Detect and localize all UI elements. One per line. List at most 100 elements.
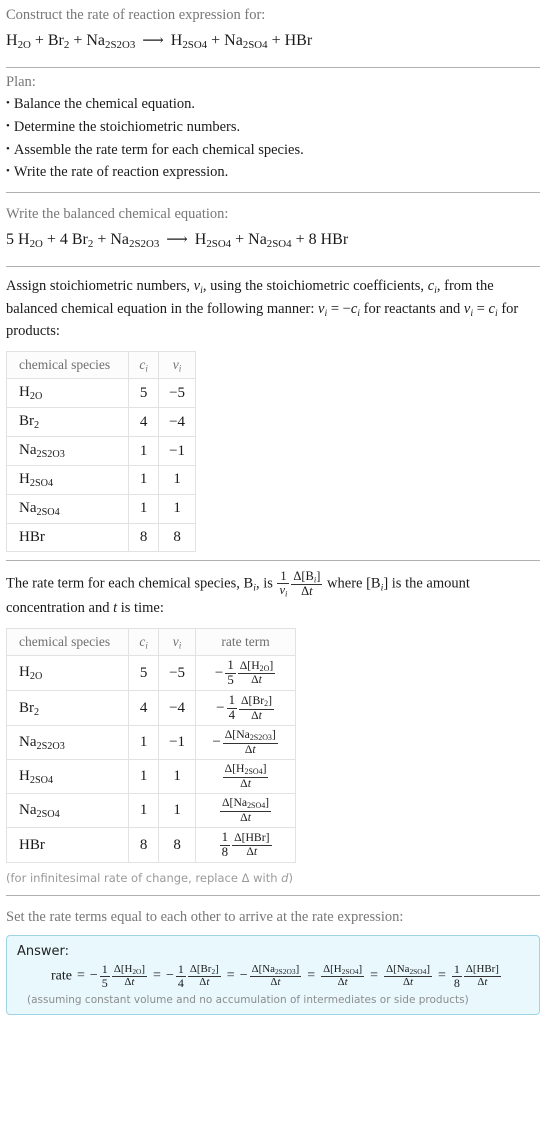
fraction-denominator: Δt bbox=[301, 583, 313, 598]
fraction-numerator: Δ[Na2SO4] bbox=[220, 796, 272, 812]
fraction-denominator: 5 bbox=[227, 672, 234, 687]
cell-species: Na2S2O3 bbox=[5, 725, 130, 761]
cell-rate-term: Δ[H2SO4] Δt bbox=[195, 759, 297, 795]
fraction-denominator: Δt bbox=[477, 975, 488, 988]
cell-ci: 8 bbox=[128, 826, 160, 864]
fraction: Δ[HBr] Δt bbox=[232, 831, 272, 858]
reaction-arrow: ⟶ bbox=[166, 231, 188, 248]
minus-sign: − bbox=[165, 968, 174, 984]
generic-rate-term: 1 νi Δ[Bi] Δt bbox=[276, 568, 323, 598]
fraction: Δ[Br2] Δt bbox=[239, 695, 275, 722]
fraction-denominator: Δt bbox=[251, 673, 262, 687]
fraction: 14 bbox=[175, 963, 186, 989]
table-row: Na2S2O3 1 −1 bbox=[5, 436, 197, 466]
fraction: Δ[H2SO4] Δt bbox=[321, 963, 365, 988]
table-row: H2SO4 1 1 bbox=[5, 464, 197, 495]
plan-item-label: Write the rate of reaction expression. bbox=[13, 164, 229, 181]
fraction-numerator: 1 bbox=[226, 693, 238, 709]
section-divider bbox=[6, 191, 540, 193]
cell-nui: 1 bbox=[158, 793, 197, 828]
fraction: Δ[H2SO4] Δt bbox=[222, 763, 269, 790]
cell-nui: 1 bbox=[158, 493, 197, 524]
cell-ci: 1 bbox=[128, 725, 160, 761]
fraction: Δ[Na2S2O3] Δt bbox=[249, 963, 302, 988]
fraction-denominator: Δt bbox=[402, 975, 414, 988]
plan-item-2: • Determine the stoichiometric numbers. bbox=[6, 116, 540, 139]
plan-title: Plan: bbox=[6, 74, 36, 91]
fraction: 1 νi bbox=[277, 569, 290, 598]
balanced-equation: 5 H2O + 4 Br2 + Na2S2O3 ⟶ H2SO4 + Na2SO4 +… bbox=[6, 230, 349, 250]
cell-species: HBr bbox=[5, 522, 130, 552]
fraction-numerator: Δ[HBr] bbox=[232, 831, 272, 846]
fraction-numerator: 1 bbox=[225, 658, 236, 674]
cell-ci: 1 bbox=[128, 759, 160, 795]
fraction-denominator: Δt bbox=[251, 708, 262, 722]
minus-sign: − bbox=[212, 734, 221, 751]
rate-term-3: − Δ[Na2S2O3] Δt bbox=[240, 963, 303, 988]
cell-rate-term: − Δ[Na2S2O3] Δt bbox=[195, 725, 297, 761]
fraction-denominator: Δt bbox=[199, 975, 210, 988]
cell-species: HBr bbox=[5, 826, 130, 864]
table-row: HBr 8 8 bbox=[5, 522, 197, 552]
stoichiometric-numbers-table: chemical species ci νi H2O 5 −5 Br2 4 −4 Na2S2… bbox=[5, 350, 197, 552]
column-header-species: chemical species bbox=[5, 350, 130, 380]
cell-ci: 4 bbox=[128, 690, 160, 727]
table-row: H2O 5 −5 bbox=[5, 378, 197, 409]
cell-rate-term: 1 8 Δ[HBr] Δt bbox=[195, 826, 297, 864]
fraction: Δ[H2O] Δt bbox=[237, 658, 276, 687]
cell-ci: 1 bbox=[128, 793, 160, 828]
fraction-denominator: 4 bbox=[228, 707, 236, 722]
plan-item-3: • Assemble the rate term for each chemica… bbox=[6, 139, 540, 162]
cell-species: Br2 bbox=[5, 407, 130, 438]
cell-rate-term: Δ[Na2SO4] Δt bbox=[195, 793, 297, 828]
cell-species: Na2S2O3 bbox=[5, 436, 130, 466]
column-header-nui: νi bbox=[158, 350, 197, 380]
cell-species: H2O bbox=[5, 655, 130, 692]
cell-nui: −4 bbox=[158, 690, 197, 727]
table-row: Na2S2O3 1 −1− Δ[Na2S2O3] Δt bbox=[5, 725, 297, 761]
fraction-numerator: Δ[Bi] bbox=[291, 568, 323, 585]
section-divider bbox=[6, 266, 540, 268]
cell-nui: 8 bbox=[158, 522, 197, 552]
rate-term-intro: The rate term for each chemical species,… bbox=[6, 568, 470, 616]
bullet-icon: • bbox=[6, 97, 10, 110]
fraction-numerator: 1 bbox=[451, 962, 462, 977]
equals-sign: = bbox=[226, 968, 235, 984]
bullet-icon: • bbox=[6, 165, 10, 178]
bullet-icon: • bbox=[6, 142, 10, 155]
cell-species: Br2 bbox=[5, 690, 130, 727]
cell-ci: 4 bbox=[128, 407, 160, 438]
fraction-numerator: 1 bbox=[277, 569, 290, 584]
balanced-equation-title: Write the balanced chemical equation: bbox=[6, 205, 229, 222]
fraction-denominator: Δt bbox=[240, 810, 251, 824]
fraction: 15 bbox=[225, 658, 236, 687]
cell-ci: 5 bbox=[128, 378, 160, 409]
column-header-species: chemical species bbox=[5, 627, 130, 657]
fraction-denominator: Δt bbox=[240, 776, 251, 790]
cell-ci: 1 bbox=[128, 436, 160, 466]
reaction-arrow: ⟶ bbox=[142, 33, 164, 50]
section-divider bbox=[6, 895, 540, 897]
cell-species: H2O bbox=[5, 378, 130, 409]
cell-nui: 1 bbox=[158, 759, 197, 795]
fraction: 14 bbox=[226, 693, 238, 722]
fraction-numerator: Δ[H2O] bbox=[237, 658, 276, 675]
cell-ci: 1 bbox=[128, 493, 160, 524]
fraction: 18 bbox=[451, 962, 462, 990]
equals-sign: = bbox=[76, 968, 85, 984]
rate-term-2: −1 4 Δ[Br2] Δt bbox=[166, 963, 222, 989]
final-intro: Set the rate terms equal to each other t… bbox=[6, 909, 404, 926]
bullet-icon: • bbox=[6, 119, 10, 132]
cell-species: Na2SO4 bbox=[5, 493, 130, 524]
table-row: HBr 8 8 1 8 Δ[HBr] Δt bbox=[5, 826, 297, 864]
column-header-ci: ci bbox=[128, 627, 160, 657]
plan-item-4: • Write the rate of reaction expression. bbox=[6, 161, 540, 184]
fraction-numerator: 1 bbox=[99, 962, 110, 977]
fraction-denominator: 5 bbox=[101, 975, 108, 990]
fraction-denominator: 8 bbox=[453, 975, 460, 990]
rate-term-5: Δ[Na2SO4] Δt bbox=[383, 963, 433, 988]
table-header-row: chemical species ci νi bbox=[5, 350, 197, 380]
fraction: Δ[Na2SO4] Δt bbox=[220, 796, 272, 824]
page-title: Construct the rate of reaction expressio… bbox=[6, 7, 266, 23]
answer-box: Answer: rate = −1 5 Δ[H2O] Δt = −1 4 Δ[Br2] Δt = − Δ[… bbox=[6, 935, 540, 1016]
